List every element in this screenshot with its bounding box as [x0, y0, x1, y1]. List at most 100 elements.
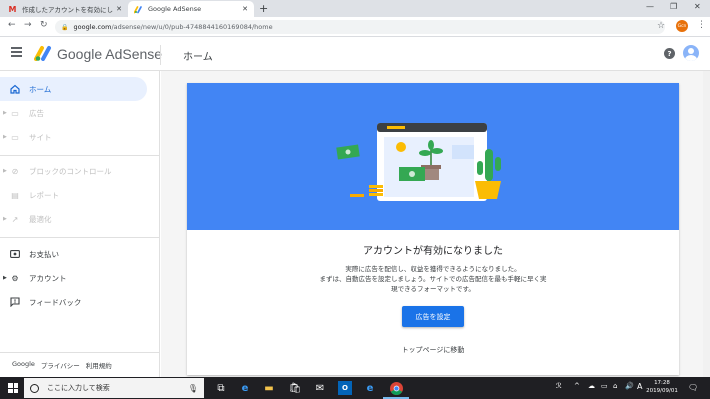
volume-icon[interactable]: 🔊 — [625, 382, 634, 390]
close-tab-icon[interactable]: ✕ — [242, 5, 248, 13]
sites-icon: ▭ — [11, 132, 19, 142]
forward-icon[interactable]: → — [24, 20, 32, 30]
clock-time: 17:28 — [654, 380, 670, 386]
body-line: 実際に広告を配信し、収益を獲得できるようになりました。 — [345, 265, 521, 273]
activation-card: アカウントが有効になりました 実際に広告を配信し、収益を獲得できるようになりまし… — [187, 83, 679, 375]
microphone-icon[interactable]: 🎙 — [188, 384, 198, 393]
minimize-button[interactable]: — — [646, 2, 654, 11]
reload-icon[interactable]: ↻ — [40, 20, 48, 30]
ime-indicator[interactable]: A — [637, 382, 642, 391]
account-avatar[interactable] — [683, 45, 699, 61]
sidebar-item-label: 広告 — [29, 108, 44, 118]
maximize-button[interactable]: ❐ — [670, 2, 677, 11]
main-menu-icon[interactable] — [11, 47, 22, 59]
browser-tab-strip: M 作成したアカウントを有効にしましょう ✕ Google AdSense ✕ … — [0, 0, 710, 17]
expand-caret-icon: ▶ — [3, 110, 7, 116]
edge-icon[interactable]: e — [238, 381, 252, 395]
main-content: アカウントが有効になりました 実際に広告を配信し、収益を獲得できるようになりまし… — [161, 71, 710, 377]
taskbar-search-field[interactable]: ここに入力して検索 🎙 — [24, 378, 204, 398]
ads-icon: ▭ — [11, 108, 19, 118]
lock-icon: 🔒 — [61, 23, 69, 31]
sidebar-item-ads: ▶ ▭ 広告 — [0, 101, 147, 125]
privacy-link[interactable]: プライバシー — [41, 360, 80, 370]
sidebar-item-payments[interactable]: お支払い — [0, 242, 147, 266]
go-to-top-page-link[interactable]: トップページに移動 — [187, 345, 679, 355]
outlook-icon[interactable]: O — [338, 381, 352, 395]
sidebar-item-account[interactable]: ▶ ⚙ アカウント — [0, 266, 147, 290]
windows-taskbar: ここに入力して検索 🎙 ⧉ e ▬ 🛍 ✉ O e ℛ ^ ☁ ▭ ⌂ 🔊 A … — [0, 377, 710, 399]
people-icon[interactable]: ℛ — [556, 382, 562, 390]
network-icon[interactable]: ⌂ — [613, 382, 617, 390]
new-tab-button[interactable]: + — [259, 2, 268, 15]
reports-icon: ▤ — [11, 190, 19, 200]
url-path: /adsense/new/u/0/pub-4748844160169084/ho… — [111, 23, 273, 31]
gmail-icon: M — [8, 4, 17, 14]
sidebar-item-optimization: ▶ ↗ 最適化 — [0, 207, 147, 231]
url-field[interactable]: 🔒 google.com/adsense/new/u/0/pub-4748844… — [55, 20, 665, 34]
sidebar-item-sites: ▶ ▭ サイト — [0, 125, 147, 149]
store-icon[interactable]: 🛍 — [288, 381, 302, 395]
clock-date: 2019/09/01 — [646, 388, 678, 394]
sidebar: ホーム ▶ ▭ 広告 ▶ ▭ サイト ▶ ⊘ ブロックのコントロール ▤ レポー… — [0, 71, 160, 377]
taskbar-search-placeholder: ここに入力して検索 — [47, 384, 110, 392]
back-icon[interactable]: ← — [8, 20, 16, 30]
expand-caret-icon: ▶ — [3, 275, 7, 281]
cloud-icon[interactable]: ☁ — [588, 382, 595, 390]
chrome-icon[interactable] — [383, 381, 409, 399]
task-view-icon[interactable]: ⧉ — [214, 381, 228, 395]
home-icon — [10, 84, 20, 94]
mail-icon[interactable]: ✉ — [313, 381, 327, 395]
body-line: まずは、自動広告を設定しましょう。サイトでの広告配信を最も手軽に早く実 — [319, 275, 547, 283]
optimize-icon: ↗ — [11, 214, 19, 224]
sidebar-item-feedback[interactable]: フィードバック — [0, 290, 147, 314]
expand-caret-icon: ▶ — [3, 134, 7, 140]
expand-caret-icon: ▶ — [3, 216, 7, 222]
page-scrollbar[interactable] — [703, 71, 710, 377]
windows-start-icon[interactable] — [8, 383, 18, 393]
notification-icon[interactable]: 🗨 — [688, 383, 698, 392]
setup-ads-button[interactable]: 広告を設定 — [402, 306, 464, 327]
sidebar-divider — [0, 352, 160, 353]
browser-menu-icon[interactable]: ⋮ — [697, 20, 706, 30]
header-divider — [160, 45, 161, 65]
close-tab-icon[interactable]: ✕ — [116, 5, 122, 13]
help-icon[interactable]: ? — [664, 48, 675, 59]
bookmark-star-icon[interactable]: ☆ — [657, 21, 665, 31]
sidebar-divider — [0, 155, 160, 156]
sidebar-item-label: ホーム — [29, 84, 52, 94]
tab-gmail[interactable]: M 作成したアカウントを有効にしましょう ✕ — [2, 1, 128, 17]
hero-illustration — [187, 83, 679, 230]
terms-link[interactable]: 利用規約 — [86, 360, 112, 370]
sidebar-item-label: お支払い — [29, 249, 59, 259]
ie-icon[interactable]: e — [363, 381, 377, 395]
app-header: Google AdSense ホーム ? — [0, 37, 710, 71]
battery-icon[interactable]: ▭ — [601, 382, 608, 390]
close-window-button[interactable]: ✕ — [694, 2, 701, 11]
block-icon: ⊘ — [11, 166, 19, 176]
system-clock[interactable]: 17:28 2019/09/01 — [646, 379, 678, 395]
browser-money-plant-illustration — [336, 123, 501, 201]
sidebar-item-label: レポート — [29, 190, 59, 200]
expand-caret-icon: ▶ — [3, 168, 7, 174]
sidebar-item-label: ブロックのコントロール — [29, 166, 112, 176]
payments-icon — [10, 249, 20, 259]
tab-adsense[interactable]: Google AdSense ✕ — [128, 1, 254, 17]
sidebar-item-label: アカウント — [29, 273, 67, 283]
feedback-icon — [10, 297, 20, 307]
google-footer-link[interactable]: Google — [12, 360, 35, 370]
account-gear-icon: ⚙ — [11, 273, 19, 283]
card-title: アカウントが有効になりました — [363, 246, 503, 257]
sidebar-footer: Google プライバシー 利用規約 — [12, 360, 112, 370]
card-body: 実際に広告を配信し、収益を獲得できるようになりました。 まずは、自動広告を設定し… — [297, 264, 569, 294]
file-explorer-icon[interactable]: ▬ — [262, 381, 276, 395]
sidebar-item-label: フィードバック — [29, 297, 82, 307]
sidebar-item-label: 最適化 — [29, 214, 52, 224]
body-line: 現できるフォーマットです。 — [391, 285, 475, 293]
cortana-icon — [30, 383, 39, 393]
sidebar-item-home[interactable]: ホーム — [0, 77, 147, 101]
adsense-icon — [134, 5, 143, 14]
tray-chevron-icon[interactable]: ^ — [574, 382, 580, 390]
profile-avatar[interactable]: Gcn — [676, 20, 688, 32]
tab-label: Google AdSense — [148, 5, 202, 13]
sidebar-item-label: サイト — [29, 132, 52, 142]
